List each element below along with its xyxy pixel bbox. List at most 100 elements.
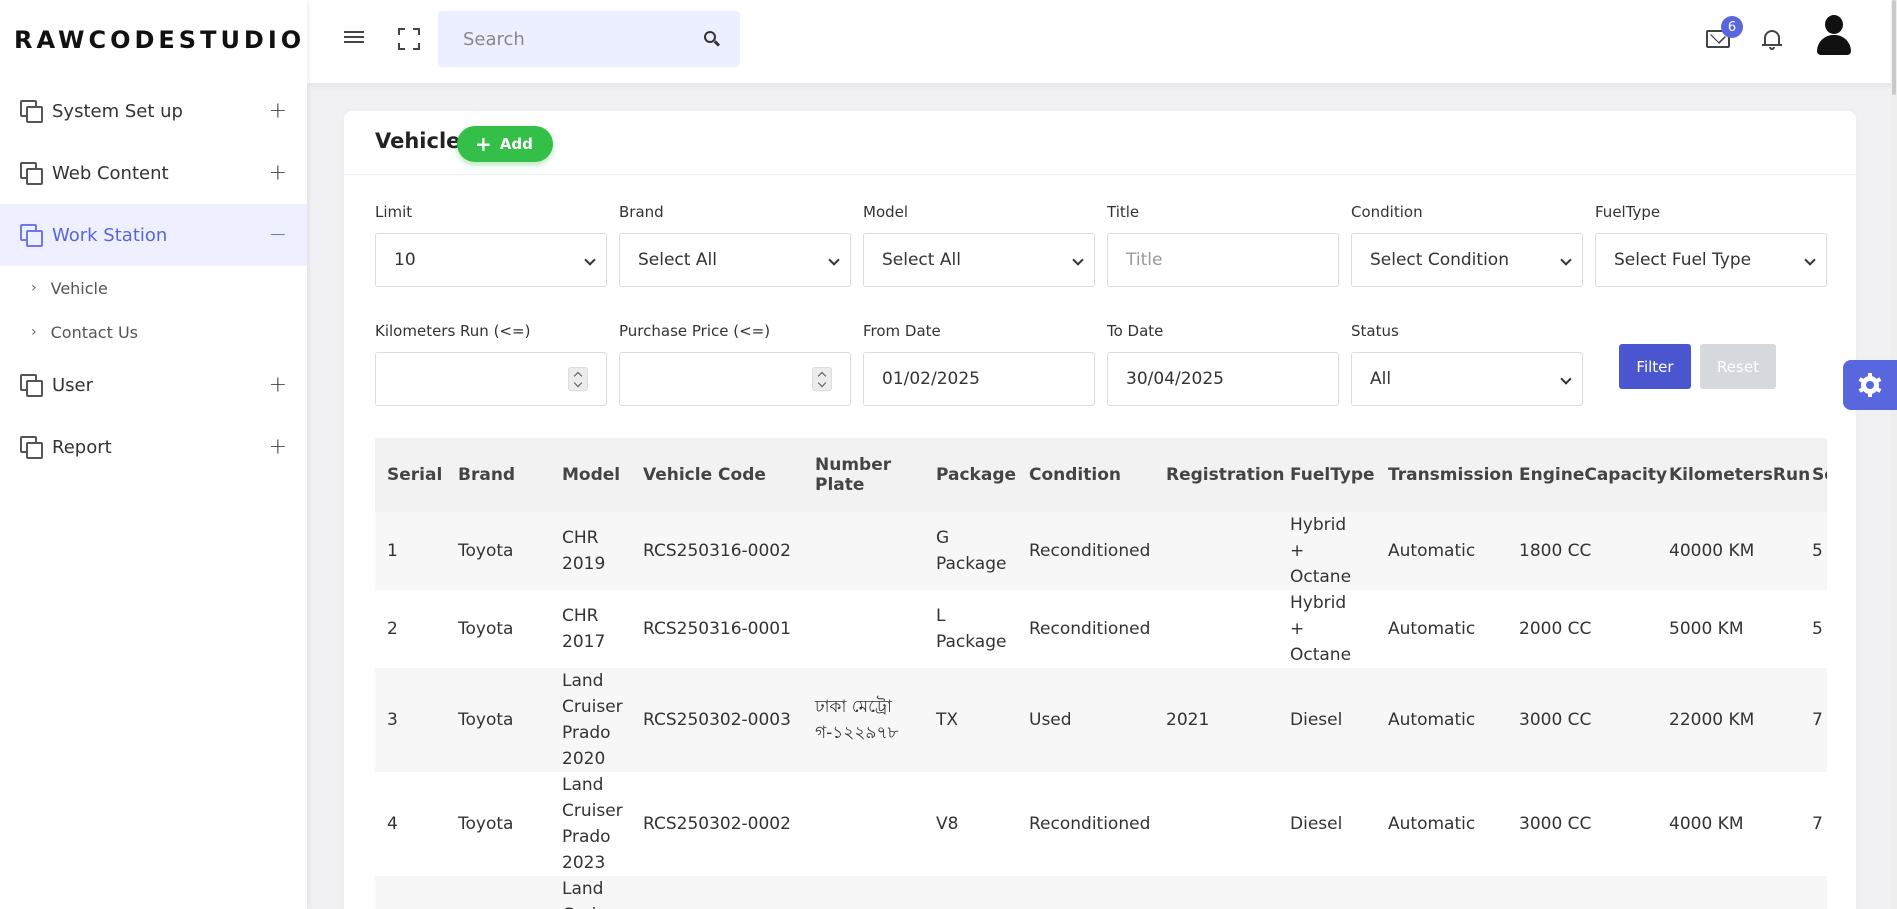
title-label: Title [1107, 203, 1140, 221]
from-date-input[interactable]: 01/02/2025 [863, 352, 1095, 406]
to-date-input[interactable]: 30/04/2025 [1107, 352, 1339, 406]
from-date-field: From Date 01/02/2025 [863, 322, 1095, 406]
table-row[interactable]: 1 Toyota CHR 2019 RCS250316-0002 G Package Re… [375, 512, 1827, 590]
sidebar-item-work-station[interactable]: Work Station − [0, 204, 307, 266]
chevron-down-icon [1560, 373, 1572, 385]
number-spinner-icon[interactable] [812, 367, 832, 391]
column-header[interactable]: Vehicle Code [631, 438, 803, 512]
column-header[interactable]: Model [550, 438, 631, 512]
fullscreen-icon[interactable] [398, 28, 420, 50]
title-input[interactable]: Title [1107, 233, 1339, 287]
table-cell: 5 [1812, 541, 1823, 561]
table-cell [1154, 590, 1278, 668]
model-select[interactable]: Select All [863, 233, 1095, 287]
table-cell: 22000 KM [1669, 710, 1755, 730]
table-row[interactable]: 2 Toyota CHR 2017 RCS250316-0001 L Package Re… [375, 590, 1827, 668]
fueltype-select[interactable]: Select Fuel Type [1595, 233, 1827, 287]
search-input[interactable] [438, 11, 678, 67]
plus-icon[interactable]: + [269, 373, 287, 398]
table-cell [1657, 876, 1800, 909]
page-title: Vehicle [375, 129, 461, 153]
table-cell: RCS250302-0002 [643, 814, 791, 834]
table-cell: 7 [1812, 814, 1823, 834]
work-station-submenu: › Vehicle › Contact Us [0, 266, 307, 354]
number-spinner-icon[interactable] [568, 367, 588, 391]
card-header: Vehicle + Add [344, 111, 1856, 175]
price-label: Purchase Price (<=) [619, 322, 771, 340]
table-row[interactable]: 3 Toyota Land Cruiser Prado 2020 RCS250302-… [375, 668, 1827, 772]
scrollbar-thumb[interactable] [1892, 0, 1896, 95]
mail-count-badge: 6 [1721, 16, 1743, 38]
limit-select[interactable]: 10 [375, 233, 607, 287]
sidebar-item-system-setup[interactable]: System Set up + [0, 80, 307, 142]
column-header[interactable]: Condition [1017, 438, 1154, 512]
table-row[interactable]: Land Cruiser [375, 876, 1827, 909]
table-cell: 2 [387, 619, 398, 639]
column-header[interactable]: Brand [446, 438, 550, 512]
search-icon[interactable] [704, 31, 721, 47]
plus-icon[interactable]: + [269, 99, 287, 124]
sidebar-item-user[interactable]: User + [0, 354, 307, 416]
table-cell [1154, 772, 1278, 876]
brand-select[interactable]: Select All [619, 233, 851, 287]
table-row[interactable]: 4 Toyota Land Cruiser Prado 2023 RCS250302-… [375, 772, 1827, 876]
reset-button[interactable]: Reset [1700, 344, 1776, 389]
settings-button[interactable] [1843, 360, 1897, 410]
column-header[interactable]: FuelType [1278, 438, 1376, 512]
table-cell: Land Cruiser [562, 879, 623, 909]
table-cell: Toyota [458, 710, 514, 730]
hamburger-menu-icon[interactable] [344, 31, 364, 47]
km-input[interactable] [375, 352, 607, 406]
vehicle-card: Vehicle + Add Limit 10 Brand Select All M… [344, 111, 1856, 909]
table-cell: Land Cruiser Prado 2023 [562, 775, 623, 873]
table-cell [803, 512, 924, 590]
table-cell: Reconditioned [1029, 814, 1151, 834]
sidebar-item-report[interactable]: Report + [0, 416, 307, 478]
column-header[interactable]: KilometersRun [1657, 438, 1810, 512]
column-header[interactable]: Registration [1154, 438, 1284, 512]
chevron-down-icon [1804, 254, 1816, 266]
submenu-item-contact-us[interactable]: › Contact Us [0, 310, 307, 354]
column-header[interactable]: Transmission [1376, 438, 1513, 512]
column-header[interactable]: Serial [375, 438, 446, 512]
bell-icon[interactable] [1762, 28, 1782, 50]
plus-icon[interactable]: + [269, 435, 287, 460]
table-cell: Automatic [1388, 814, 1476, 834]
condition-value: Select Condition [1370, 250, 1509, 270]
sidebar-item-web-content[interactable]: Web Content + [0, 142, 307, 204]
table-cell [1507, 876, 1657, 909]
plus-icon[interactable]: + [269, 161, 287, 186]
status-field: Status All [1351, 322, 1583, 406]
status-select[interactable]: All [1351, 352, 1583, 406]
table-cell: RCS250316-0002 [643, 541, 791, 561]
from-date-label: From Date [863, 322, 941, 340]
column-header[interactable]: EngineCapacity [1507, 438, 1667, 512]
title-field: Title Title [1107, 203, 1339, 287]
avatar[interactable] [1816, 15, 1852, 55]
chevron-down-icon [584, 254, 596, 266]
fueltype-field: FuelType Select Fuel Type [1595, 203, 1827, 287]
sidebar-menu: System Set up + Web Content + Work Stati… [0, 80, 307, 478]
column-header[interactable]: Package [924, 438, 1017, 512]
model-value: Select All [882, 250, 961, 270]
limit-label: Limit [375, 203, 413, 221]
app-logo[interactable]: RAWCODESTUDIO [0, 0, 307, 80]
copy-icon [20, 100, 43, 123]
to-date-field: To Date 30/04/2025 [1107, 322, 1339, 406]
minus-icon[interactable]: − [269, 223, 287, 248]
status-label: Status [1351, 322, 1399, 340]
table-cell [803, 876, 924, 909]
brand-label: Brand [619, 203, 664, 221]
price-input[interactable] [619, 352, 851, 406]
add-button[interactable]: + Add [457, 126, 553, 162]
condition-label: Condition [1351, 203, 1423, 221]
submenu-item-vehicle[interactable]: › Vehicle [0, 266, 307, 310]
vertical-scrollbar[interactable] [1891, 0, 1897, 909]
chevron-down-icon [1072, 254, 1084, 266]
table-cell: 2000 CC [1519, 619, 1592, 639]
condition-select[interactable]: Select Condition [1351, 233, 1583, 287]
table-cell: Reconditioned [1029, 619, 1151, 639]
filter-button[interactable]: Filter [1619, 344, 1691, 389]
column-header[interactable]: Number Plate [803, 438, 924, 512]
sidebar-item-label: Web Content [52, 162, 169, 184]
